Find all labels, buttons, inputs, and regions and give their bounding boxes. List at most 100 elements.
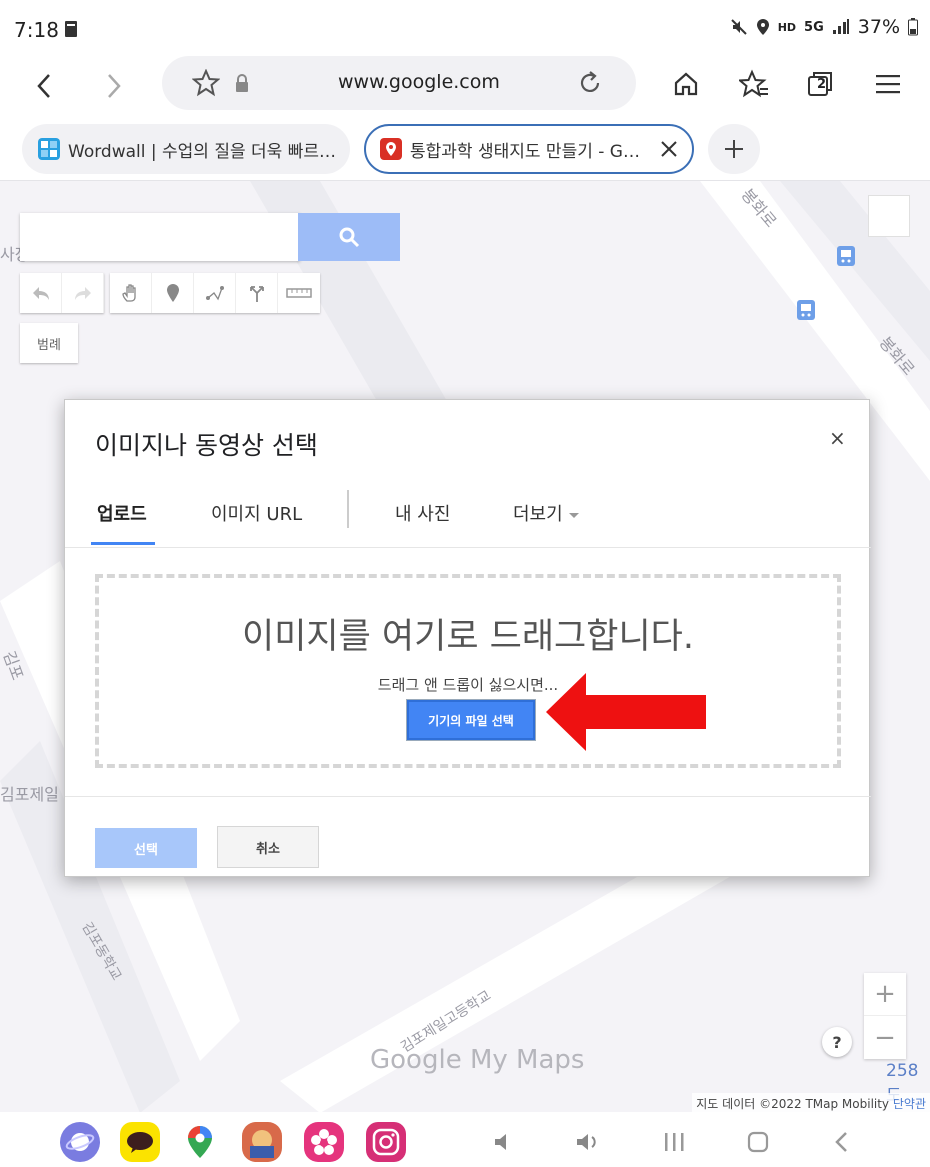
help-button[interactable]: ? <box>822 1027 852 1057</box>
kakaotalk-app-icon[interactable] <box>120 1122 160 1162</box>
tab-strip: Wordwall | 수업의 질을 더욱 빠르… 통합과학 생태지도 만들기 -… <box>0 124 930 180</box>
terms-link[interactable]: 단약관 <box>893 1097 926 1111</box>
status-time: 7:18 <box>14 18 59 42</box>
tab-mymaps[interactable]: 통합과학 생태지도 만들기 - G… <box>364 124 694 174</box>
bookmark-star-icon <box>739 69 768 98</box>
map-search-input[interactable] <box>20 213 300 261</box>
home-square-icon <box>747 1131 769 1153</box>
choose-file-button[interactable]: 기기의 파일 선택 <box>407 700 535 740</box>
star-icon[interactable] <box>192 69 220 97</box>
undo-icon <box>32 287 49 300</box>
directions-button[interactable] <box>236 273 278 313</box>
tab-more-label: 더보기 <box>513 504 563 525</box>
mute-icon <box>730 19 747 35</box>
close-dialog-button[interactable]: × <box>829 426 846 450</box>
home-icon <box>674 72 698 96</box>
volume-up-button[interactable] <box>572 1126 604 1158</box>
location-icon <box>756 19 769 35</box>
tab-upload[interactable]: 업로드 <box>97 500 147 526</box>
status-bar: 7:18 HD 5G 37% <box>0 0 930 56</box>
tab-image-url[interactable]: 이미지 URL <box>211 500 302 526</box>
address-bar[interactable]: www.google.com <box>162 56 636 110</box>
hand-icon <box>121 284 136 302</box>
tab-divider <box>347 490 349 528</box>
ruler-icon <box>286 288 312 298</box>
drop-title: 이미지를 여기로 드래그합니다. <box>242 617 694 657</box>
pan-tool-button[interactable] <box>110 273 152 313</box>
map-toolbar <box>20 273 320 313</box>
zoom-controls: + − <box>864 973 906 1059</box>
add-marker-button[interactable] <box>152 273 194 313</box>
undo-button[interactable] <box>20 273 62 313</box>
instagram-app-icon[interactable] <box>366 1122 406 1162</box>
card-icon <box>65 21 77 37</box>
legend-button[interactable]: 범례 <box>20 323 78 363</box>
recents-button[interactable] <box>658 1126 690 1158</box>
recents-icon <box>665 1133 684 1151</box>
drop-zone[interactable]: 이미지를 여기로 드래그합니다. 드래그 앤 드롭이 싫으시면... 기기의 파… <box>95 574 841 768</box>
home-button[interactable] <box>666 64 706 104</box>
attribution-text: 지도 데이터 ©2022 TMap Mobility <box>696 1097 890 1111</box>
dialog-title: 이미지나 동영상 선택 <box>95 431 318 460</box>
wordwall-favicon-icon <box>38 138 60 160</box>
tab-count: 2 <box>817 77 827 92</box>
chat-bubble-icon <box>127 1132 153 1153</box>
search-icon <box>339 227 360 248</box>
tabs-button[interactable]: 2 <box>800 64 840 104</box>
map-building <box>868 195 910 237</box>
game-app-icon[interactable] <box>242 1122 282 1162</box>
tab-title: Wordwall | 수업의 질을 더욱 빠르… <box>68 141 336 162</box>
forward-button[interactable] <box>94 66 134 106</box>
google-my-maps-logo: Google My Maps <box>370 1045 584 1075</box>
flower-icon <box>311 1129 337 1155</box>
mymaps-favicon-icon <box>380 138 402 160</box>
tab-my-photos[interactable]: 내 사진 <box>395 500 450 526</box>
draw-line-button[interactable] <box>194 273 236 313</box>
volume-up-icon <box>577 1134 596 1150</box>
marker-icon <box>166 284 179 302</box>
plus-icon <box>725 140 743 158</box>
camera-icon <box>372 1128 400 1156</box>
zoom-in-button[interactable]: + <box>864 973 906 1016</box>
home-nav-button[interactable] <box>742 1126 774 1158</box>
measure-button[interactable] <box>278 273 320 313</box>
bus-stop-icon[interactable] <box>836 245 856 267</box>
redo-button[interactable] <box>62 273 104 313</box>
select-button[interactable]: 선택 <box>95 828 197 868</box>
map-attribution: 지도 데이터 ©2022 TMap Mobility 단약관 <box>692 1093 930 1112</box>
browser-toolbar: www.google.com 2 <box>0 56 930 116</box>
map-canvas[interactable]: 봉화로 봉화로 사장 김포 김포제일 김포동학교 김포제일고등학교 범례 + −… <box>0 180 930 1112</box>
polyline-icon <box>205 286 224 301</box>
map-search-button[interactable] <box>298 213 400 261</box>
back-button[interactable] <box>24 66 64 106</box>
chevron-left-icon <box>37 74 50 98</box>
drop-subtitle: 드래그 앤 드롭이 싫으시면... <box>377 676 559 694</box>
hamburger-icon <box>876 75 900 94</box>
5g-badge: 5G <box>804 19 824 35</box>
flower-app-icon[interactable] <box>304 1122 344 1162</box>
volume-down-button[interactable] <box>488 1126 520 1158</box>
bus-stop-icon[interactable] <box>796 299 816 321</box>
cancel-button[interactable]: 취소 <box>217 826 319 868</box>
caret-down-icon <box>568 512 579 518</box>
dialog-tabs: 업로드 이미지 URL 내 사진 더보기 <box>65 474 871 548</box>
battery-icon <box>908 18 918 36</box>
tab-more[interactable]: 더보기 <box>513 500 579 526</box>
battery-percent: 37% <box>857 16 900 38</box>
menu-button[interactable] <box>868 64 908 104</box>
android-taskbar <box>0 1112 930 1167</box>
active-tab-indicator <box>91 542 155 545</box>
tab-title: 통합과학 생태지도 만들기 - G… <box>410 141 640 162</box>
back-nav-button[interactable] <box>826 1126 858 1158</box>
close-tab-icon[interactable] <box>660 140 678 158</box>
volume-down-icon <box>495 1134 506 1150</box>
back-chevron-icon <box>835 1132 847 1152</box>
bookmarks-button[interactable] <box>734 64 774 104</box>
map-pin-icon <box>188 1126 212 1158</box>
new-tab-button[interactable] <box>708 124 760 174</box>
reload-icon[interactable] <box>576 69 604 97</box>
samsung-internet-app-icon[interactable] <box>60 1122 100 1162</box>
zoom-out-button[interactable]: − <box>864 1016 906 1059</box>
google-maps-app-icon[interactable] <box>180 1122 220 1162</box>
tab-wordwall[interactable]: Wordwall | 수업의 질을 더욱 빠르… <box>22 124 350 174</box>
